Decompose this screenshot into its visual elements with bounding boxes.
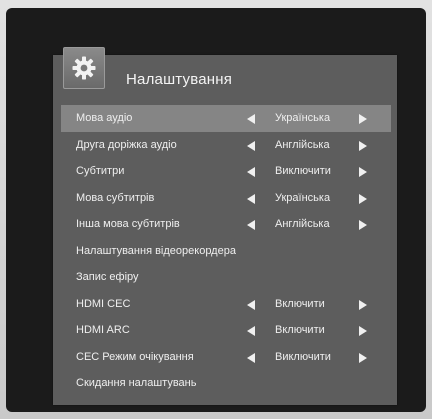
menu-item-label: Скидання налаштувань [76,377,197,389]
settings-list: Мова аудіо Українська Друга доріжка аудіо А… [61,105,391,397]
menu-item-value: Виключити [275,350,331,363]
triangle-left-icon[interactable] [247,167,255,177]
menu-item-value: Українська [275,112,331,124]
triangle-right-icon[interactable] [359,114,367,124]
page-title: Налаштування [126,71,233,88]
menu-item-label: Друга доріжка аудіо [76,138,177,151]
menu-item-8[interactable]: HDMI CEC Включити [61,291,391,318]
triangle-right-icon[interactable] [359,140,367,151]
menu-item-5[interactable]: Інша мова субтитрів Англійська [61,211,391,238]
menu-item-11[interactable]: Скидання налаштувань [61,370,391,397]
triangle-left-icon[interactable] [247,352,255,363]
menu-item-value: Включити [275,324,325,336]
menu-item-3[interactable]: Субтитри Виключити [61,158,391,185]
menu-item-4[interactable]: Мова субтитрів Українська [61,185,391,212]
menu-item-label: Інша мова субтитрів [76,218,180,230]
triangle-right-icon[interactable] [359,167,367,177]
menu-item-label: HDMI CEC [76,297,131,310]
menu-item-label: Мова субтитрів [76,191,155,204]
menu-item-7[interactable]: Запис ефіру [61,264,391,291]
menu-item-value: Англійська [275,218,330,230]
settings-panel: Налаштування Мова аудіо Українська Друга д… [53,47,397,405]
triangle-left-icon[interactable] [247,220,255,230]
menu-item-value: Українська [275,191,331,204]
triangle-left-icon[interactable] [247,326,255,336]
triangle-left-icon[interactable] [247,299,255,310]
triangle-right-icon[interactable] [359,193,367,204]
triangle-right-icon[interactable] [359,326,367,336]
menu-item-value: Включити [275,297,325,310]
menu-item-label: Мова аудіо [76,112,133,124]
tv-screen: Налаштування Мова аудіо Українська Друга д… [6,8,426,412]
triangle-left-icon[interactable] [247,193,255,204]
menu-item-label: CEC Режим очікування [76,350,194,363]
settings-header: Налаштування [53,47,397,101]
menu-item-label: Субтитри [76,165,125,177]
triangle-right-icon[interactable] [359,220,367,230]
triangle-left-icon[interactable] [247,140,255,151]
menu-item-value: Виключити [275,165,331,177]
menu-item-label: Налаштування відеорекордера [76,244,236,257]
menu-item-9[interactable]: HDMI ARC Включити [61,317,391,344]
menu-item-value: Англійська [275,138,330,151]
gear-icon [63,47,105,89]
menu-item-2[interactable]: Друга доріжка аудіо Англійська [61,132,391,159]
triangle-right-icon[interactable] [359,352,367,363]
menu-item-6[interactable]: Налаштування відеорекордера [61,238,391,265]
triangle-left-icon[interactable] [247,114,255,124]
menu-item-1[interactable]: Мова аудіо Українська [61,105,391,132]
menu-item-10[interactable]: CEC Режим очікування Виключити [61,344,391,371]
menu-item-label: HDMI ARC [76,324,130,336]
menu-item-label: Запис ефіру [76,271,139,283]
triangle-right-icon[interactable] [359,299,367,310]
